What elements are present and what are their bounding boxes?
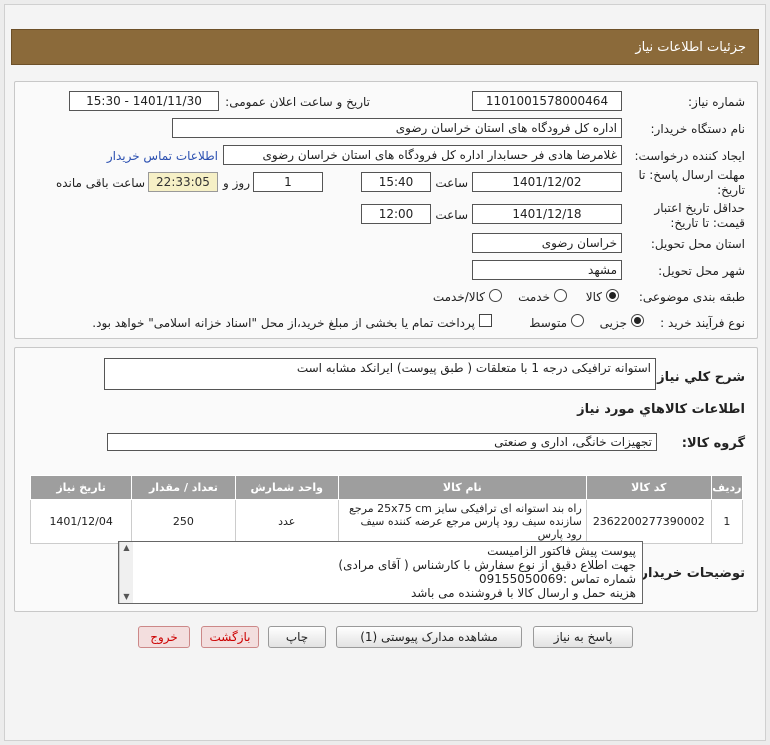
creator-label: ایجاد کننده درخواست: <box>634 149 745 163</box>
buyer-notes-label: توضیحات خریدار: <box>635 566 745 581</box>
remaining-time-field: 22:33:05 <box>148 172 218 192</box>
goods-table: ردیف کد کالا نام کالا واحد شمارش تعداد /… <box>29 475 744 544</box>
summary-label: شرح کلي نياز: <box>651 370 745 385</box>
exit-button[interactable]: خروج <box>138 626 190 648</box>
goods-section-title: اطلاعات کالاهاي مورد نياز <box>577 402 745 417</box>
scroll-down-icon[interactable]: ▼ <box>120 591 133 603</box>
city-field: مشهد <box>472 260 622 280</box>
validity-time-field: 12:00 <box>361 204 431 224</box>
table-row[interactable]: 1 2362200277390002 راه بند استوانه ای تر… <box>29 499 744 544</box>
buyer-notes-text: پیوست پیش فاکتور الزامیست جهت اطلاع دقیق… <box>141 544 636 600</box>
treasury-payment-checkbox[interactable] <box>479 314 492 327</box>
deadline-label: مهلت ارسال پاسخ: تا <box>638 168 745 182</box>
page-header: جزئیات اطلاعات نیاز <box>11 29 759 65</box>
need-number-label: شماره نیاز: <box>688 95 745 109</box>
validity-label-2: قیمت: تا تاریخ: <box>670 216 745 230</box>
reply-button[interactable]: پاسخ به نیاز <box>533 626 633 648</box>
deadline-date-field: 1401/12/02 <box>472 172 622 192</box>
province-field: خراسان رضوی <box>472 233 622 253</box>
days-field: 1 <box>253 172 323 192</box>
summary-field: استوانه ترافیکی درجه 1 با متعلقات ( طبق … <box>104 358 656 390</box>
goods-group-label: گروه کالا: <box>681 436 745 451</box>
cell-date: 1401/12/04 <box>29 499 133 544</box>
need-number-field: 1101001578000464 <box>472 91 622 111</box>
process-radio-minor[interactable] <box>631 314 644 327</box>
category-option-goods: کالا <box>585 290 602 304</box>
cell-unit: عدد <box>234 499 339 544</box>
announce-field: 1401/11/30 - 15:30 <box>69 91 219 111</box>
col-name: نام کالا <box>337 475 587 500</box>
treasury-payment-note: پرداخت تمام یا بخشی از مبلغ خرید،از محل … <box>92 316 475 330</box>
remaining-label: ساعت باقی مانده <box>55 176 145 190</box>
scroll-up-icon[interactable]: ▲ <box>120 542 133 554</box>
city-label: شهر محل تحویل: <box>658 264 745 278</box>
category-radio-service[interactable] <box>554 289 567 302</box>
process-radio-medium[interactable] <box>571 314 584 327</box>
col-row: ردیف <box>710 475 744 500</box>
notes-scrollbar[interactable]: ▲ ▼ <box>119 542 133 603</box>
note-line: جهت اطلاع دقیق از نوع سفارش با کارشناس (… <box>338 558 636 572</box>
note-line: هزینه حمل و ارسال کالا با فروشنده می باش… <box>410 586 636 600</box>
col-qty: تعداد / مقدار <box>131 475 236 500</box>
goods-table-header: ردیف کد کالا نام کالا واحد شمارش تعداد /… <box>29 475 744 500</box>
cell-qty: 250 <box>131 499 236 544</box>
category-option-service: خدمت <box>518 290 550 304</box>
process-option-minor: جزیی <box>599 316 627 330</box>
deadline-time-label: ساعت <box>435 176 468 190</box>
page-title: جزئیات اطلاعات نیاز <box>635 40 746 55</box>
category-option-goods-service: کالا/خدمت <box>432 290 485 304</box>
cell-name: راه بند استوانه ای ترافیکی سایز 25x75 cm… <box>337 499 587 544</box>
buyer-contact-link[interactable]: اطلاعات تماس خریدار <box>107 149 218 163</box>
validity-label: حداقل تاریخ اعتبار <box>654 201 745 215</box>
back-button[interactable]: بازگشت <box>201 626 259 648</box>
attachments-button[interactable]: مشاهده مدارک پیوستی (1) <box>336 626 522 648</box>
announce-label: تاریخ و ساعت اعلان عمومی: <box>225 95 370 109</box>
category-radio-goods-service[interactable] <box>489 289 502 302</box>
category-label: طبقه بندی موضوعی: <box>638 290 745 304</box>
process-label: نوع فرآیند خرید : <box>660 316 745 330</box>
goods-table-container: ردیف کد کالا نام کالا واحد شمارش تعداد /… <box>29 475 744 544</box>
buyer-notes-box[interactable]: ▲ ▼ پیوست پیش فاکتور الزامیست جهت اطلاع … <box>118 541 643 604</box>
creator-field: غلامرضا هادی فر حسابدار اداره کل فرودگاه… <box>223 145 622 165</box>
validity-time-label: ساعت <box>435 208 468 222</box>
cell-row: 1 <box>710 499 744 544</box>
days-label: روز و <box>223 176 250 190</box>
validity-date-field: 1401/12/18 <box>472 204 622 224</box>
note-line: پیوست پیش فاکتور الزامیست <box>487 544 636 558</box>
deadline-time-field: 15:40 <box>361 172 431 192</box>
buyer-org-label: نام دستگاه خریدار: <box>650 122 746 136</box>
col-code: کد کالا <box>585 475 712 500</box>
note-line: شماره تماس :09155050069 <box>479 572 636 586</box>
process-option-medium: متوسط <box>529 316 567 330</box>
col-unit: واحد شمارش <box>234 475 339 500</box>
buyer-org-field: اداره کل فرودگاه های استان خراسان رضوی <box>172 118 622 138</box>
province-label: استان محل تحویل: <box>650 237 745 251</box>
deadline-label-2: تاریخ: <box>717 183 745 197</box>
goods-group-field: تجهیزات خانگی، اداری و صنعتی <box>107 433 657 451</box>
cell-code: 2362200277390002 <box>585 499 712 544</box>
category-radio-goods[interactable] <box>606 289 619 302</box>
col-date: تاریخ نیاز <box>29 475 133 500</box>
print-button[interactable]: چاپ <box>268 626 326 648</box>
